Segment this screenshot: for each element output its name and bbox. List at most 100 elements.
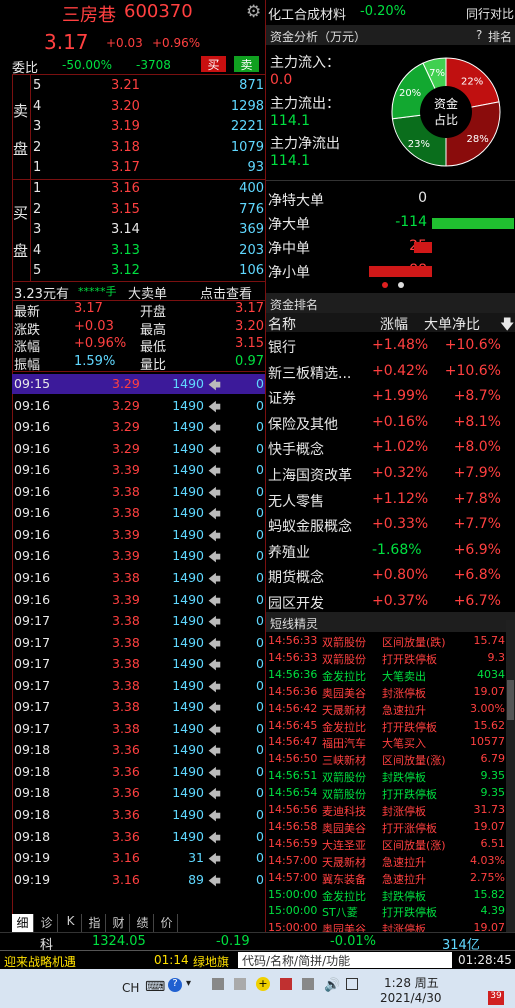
shortline-row[interactable]: 15:00:00 金发拉比 封跌停板 15.82 — [266, 886, 515, 903]
capital-header: 资金分析（万元） ? 排名 — [266, 25, 515, 45]
col-pct[interactable]: 涨幅 — [380, 314, 408, 334]
sector-pct: +1.48% — [372, 337, 429, 353]
event-stock: 麦迪科技 — [322, 805, 366, 818]
ask-level[interactable]: 3 3.19 2221 — [0, 116, 266, 137]
tab-4[interactable]: 财 — [108, 914, 130, 932]
ranking-row[interactable]: 养殖业 -1.68% +6.9% — [266, 538, 515, 564]
security-icon[interactable] — [280, 978, 292, 990]
shortline-row[interactable]: 14:57:00 天晟新材 急速拉升 4.03% — [266, 852, 515, 869]
bid-level-num: 2 — [33, 201, 42, 217]
plus-icon[interactable]: + — [256, 977, 270, 991]
shortline-row[interactable]: 14:56:56 麦迪科技 封涨停板 31.73 — [266, 801, 515, 818]
bid-level[interactable]: 2 3.15 776 — [0, 199, 266, 220]
shortline-row[interactable]: 14:56:33 双箭股份 打开跌停板 9.3 — [266, 649, 515, 666]
keyboard-icon[interactable]: ⌨ — [145, 979, 165, 995]
ask-level[interactable]: 5 3.21 871 — [0, 75, 266, 96]
bid-level[interactable]: 3 3.14 369 — [0, 219, 266, 240]
sector-name: 期货概念 — [268, 570, 324, 587]
shortline-row[interactable]: 14:56:51 双箭股份 封跌停板 9.35 — [266, 767, 515, 784]
sector-name[interactable]: 化工合成材料 — [268, 4, 346, 23]
taskbar-date[interactable]: 2021/4/30 — [380, 991, 442, 1005]
language-indicator[interactable]: CH — [122, 981, 139, 995]
ask-level[interactable]: 2 3.18 1079 — [0, 137, 266, 158]
shortline-row[interactable]: 14:57:00 冀东装备 急速拉升 2.75% — [266, 869, 515, 886]
shortline-row[interactable]: 15:00:00 ST八菱 打开跌停板 4.39 — [266, 902, 515, 919]
sell-button[interactable]: 卖 — [234, 56, 259, 72]
bid-level[interactable]: 1 3.16 400 — [0, 178, 266, 199]
scrollbar[interactable] — [506, 620, 515, 932]
event-value: 31.73 — [473, 803, 506, 816]
ranking-row[interactable]: 蚂蚁金服概念 +0.33% +7.7% — [266, 512, 515, 538]
col-name[interactable]: 名称 — [268, 314, 296, 334]
ranking-row[interactable]: 园区开发 +0.37% +6.7% — [266, 589, 515, 615]
event-time: 15:00:00 — [268, 904, 318, 918]
ranking-row[interactable]: 快手概念 +1.02% +8.0% — [266, 435, 515, 461]
tick-count: 0 — [256, 548, 264, 564]
shortline-row[interactable]: 14:56:42 天晟新材 急速拉升 3.00% — [266, 700, 515, 717]
bid-price: 3.14 — [111, 222, 140, 238]
volume-icon[interactable]: 🔊 — [324, 978, 340, 993]
sector-name: 养殖业 — [268, 544, 310, 561]
tab-5[interactable]: 绩 — [132, 914, 154, 932]
ranking-row[interactable]: 无人零售 +1.12% +7.8% — [266, 487, 515, 513]
tick-volume: 1490 — [172, 807, 204, 822]
ranking-row[interactable]: 期货概念 +0.80% +6.8% — [266, 563, 515, 589]
ask-level[interactable]: 1 3.17 93 — [0, 157, 266, 178]
tab-1[interactable]: 诊 — [36, 914, 58, 932]
event-stock: 天晟新材 — [322, 703, 366, 717]
notification-badge[interactable]: 39 — [488, 991, 504, 1005]
tab-3[interactable]: 指 — [84, 914, 106, 932]
event-time: 14:56:54 — [268, 786, 318, 800]
shortline-row[interactable]: 14:56:50 三峡新材 区间放量(涨) 6.79 — [266, 750, 515, 767]
news-ticker[interactable]: 迎来战略机遇 — [4, 953, 76, 970]
tick-time: 09:16 — [14, 483, 51, 499]
shortline-row[interactable]: 14:56:47 福田汽车 大笔买入 10577 — [266, 733, 515, 750]
rank-button[interactable]: 排名 — [488, 28, 512, 45]
peer-compare-link[interactable]: 同行对比 — [466, 5, 514, 22]
ranking-row[interactable]: 上海国资改革 +0.32% +7.9% — [266, 461, 515, 487]
netflow-value: -114 — [395, 214, 427, 230]
chevron-down-icon[interactable]: ▾ — [186, 978, 191, 989]
page-dot-active[interactable] — [382, 282, 388, 288]
tick-row: 09:17 3.38 1490 🡄 0 — [12, 718, 266, 740]
tick-volume: 1490 — [172, 569, 204, 585]
buy-button[interactable]: 买 — [201, 56, 226, 72]
ranking-title: 资金排名 — [270, 298, 319, 312]
shortline-row[interactable]: 14:56:33 双箭股份 区间放量(跌) 15.74 — [266, 632, 515, 649]
bid-level[interactable]: 5 3.12 106 — [0, 260, 266, 281]
ranking-row[interactable]: 证券 +1.99% +8.7% — [266, 384, 515, 410]
ask-level[interactable]: 4 3.20 1298 — [0, 96, 266, 117]
tray-icon[interactable] — [234, 978, 246, 990]
search-input[interactable]: 代码/名称/简拼/功能 — [238, 952, 452, 968]
display-icon[interactable] — [302, 978, 314, 990]
bid-level[interactable]: 4 3.13 203 — [0, 240, 266, 261]
shortline-row[interactable]: 14:56:45 金发拉比 打开跌停板 15.62 — [266, 717, 515, 734]
page-dot[interactable] — [398, 282, 404, 288]
shortline-row[interactable]: 14:56:36 奥园美谷 封涨停板 19.07 — [266, 683, 515, 700]
shortline-row[interactable]: 14:56:36 金发拉比 大笔卖出 4034 — [266, 666, 515, 683]
gear-icon[interactable]: ⚙ — [246, 2, 261, 22]
shortline-row[interactable]: 14:56:54 双箭股份 打开跌停板 9.35 — [266, 784, 515, 801]
network-icon[interactable] — [212, 978, 224, 990]
ranking-row[interactable]: 新三板精选... +0.42% +10.6% — [266, 359, 515, 385]
help-tray-icon[interactable]: ? — [168, 978, 182, 992]
tick-price: 3.36 — [112, 742, 140, 758]
shortline-row[interactable]: 14:56:58 奥园美谷 打开涨停板 19.07 — [266, 818, 515, 835]
tick-time: 09:15 — [14, 376, 51, 391]
tab-0[interactable]: 细 — [12, 914, 34, 932]
tick-time: 09:16 — [14, 505, 51, 521]
tab-2[interactable]: K — [60, 914, 82, 932]
taskbar-time[interactable]: 1:28 周五 — [384, 974, 439, 991]
tab-6[interactable]: 价 — [156, 914, 178, 932]
event-stock: 福田汽车 — [322, 737, 366, 751]
netflow-row: 净小单88 — [266, 260, 515, 282]
event-type: 区间放量(跌) — [382, 636, 446, 649]
ranking-row[interactable]: 银行 +1.48% +10.6% — [266, 333, 515, 359]
col-net-ratio[interactable]: 大单净比 — [424, 314, 480, 334]
tick-price: 3.38 — [112, 699, 140, 715]
event-time: 14:56:45 — [268, 718, 318, 732]
help-icon[interactable]: ? — [476, 28, 482, 42]
shortline-row[interactable]: 14:56:59 大连圣亚 区间放量(涨) 6.51 — [266, 835, 515, 852]
ranking-row[interactable]: 保险及其他 +0.16% +8.1% — [266, 410, 515, 436]
notification-icon[interactable] — [346, 978, 358, 990]
